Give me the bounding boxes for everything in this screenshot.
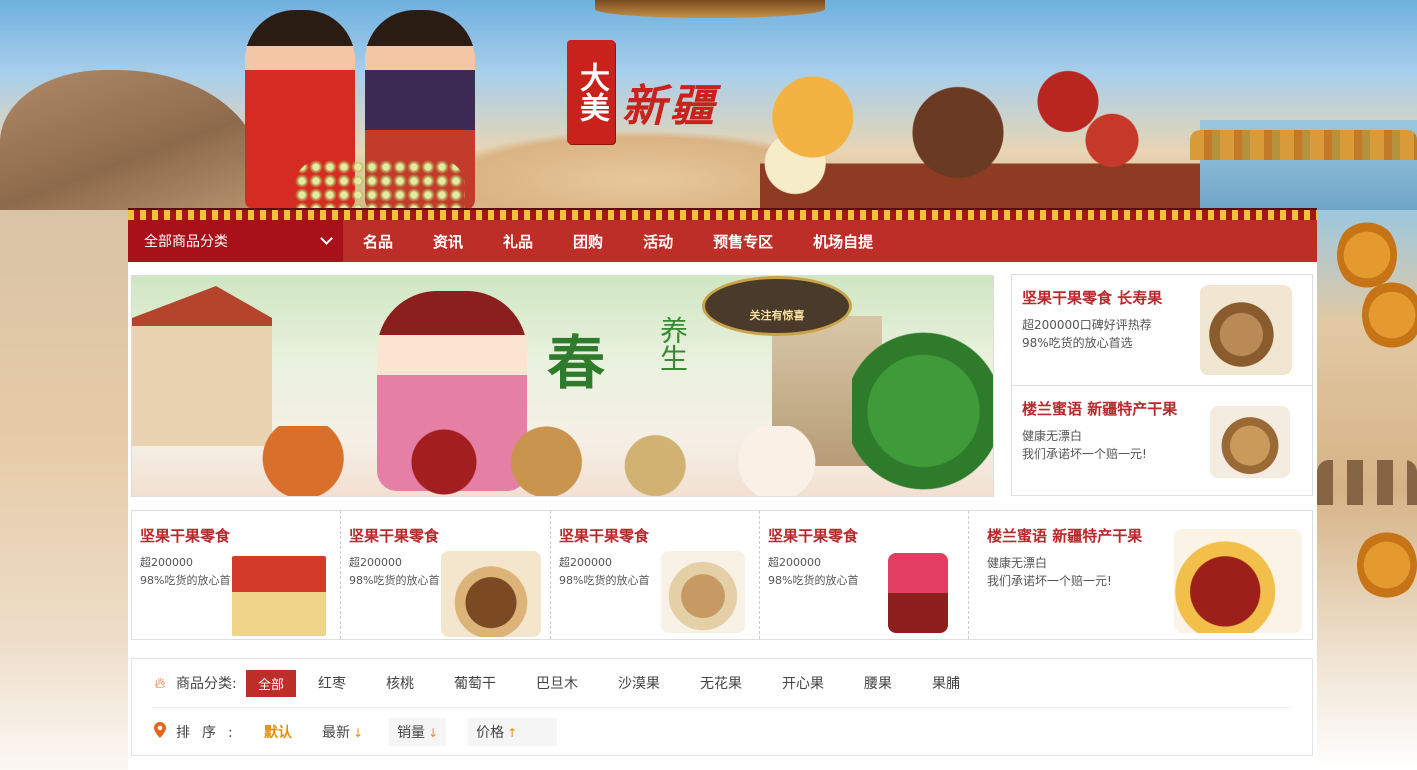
category-filter-row: 🔥︎ 商品分类: 全部 红枣 核桃 葡萄干 巴旦木 沙漠果 无花果 开心果 腰果… — [152, 659, 1292, 707]
walnut-product-image — [1200, 285, 1292, 375]
fig-image — [661, 551, 745, 633]
category-desert-fruit[interactable]: 沙漠果 — [618, 673, 660, 693]
all-categories-dropdown[interactable]: 全部商品分类 — [128, 220, 343, 262]
follow-sign-text: 关注有惊喜 — [749, 309, 805, 322]
arrow-down-icon: ↓ — [353, 725, 364, 740]
tree-decoration — [1362, 280, 1417, 350]
camel-caravan — [1317, 460, 1417, 505]
category-all[interactable]: 全部 — [246, 669, 297, 697]
product-title: 坚果干果零食 — [349, 527, 440, 545]
sort-newest-label: 最新 — [322, 724, 350, 741]
poplar-trees — [1190, 130, 1417, 160]
main-nav: 全部商品分类 名品 资讯 礼品 团购 活动 预售专区 机场自提 — [128, 220, 1317, 262]
main-content: 春 养生 关注有惊喜 坚果干果零食 长寿果 超200000口碑好评热荐 98%吃… — [128, 262, 1317, 770]
product-card[interactable]: 坚果干果零食 超200000 98%吃货的放心首 — [760, 511, 969, 639]
nav-item-events[interactable]: 活动 — [643, 231, 673, 252]
desert-scenery — [0, 70, 260, 210]
logo-text[interactable]: 新疆 — [622, 70, 718, 134]
sort-newest[interactable]: 最新 ↓ — [318, 718, 367, 746]
category-raisin[interactable]: 葡萄干 — [454, 673, 496, 693]
house-illustration — [132, 286, 272, 446]
sort-default-label: 默认 — [264, 724, 292, 741]
tree-decoration — [1357, 530, 1417, 600]
category-preserved-fruit[interactable]: 果脯 — [932, 673, 960, 693]
top-ornament — [595, 0, 825, 18]
product-card[interactable]: 坚果干果零食 超200000 98%吃货的放心首 — [132, 511, 341, 639]
sort-price[interactable]: 价格 ↑ — [468, 717, 558, 746]
nav-ornament-border — [128, 208, 1317, 220]
product-card[interactable]: 坚果干果零食 超200000 98%吃货的放心首 — [551, 511, 760, 639]
header-banner: 大美 新疆 — [0, 0, 1417, 210]
nav-item-famous[interactable]: 名品 — [363, 231, 393, 252]
side-scenery-right — [1317, 210, 1417, 770]
category-badam[interactable]: 巴旦木 — [536, 673, 578, 693]
gift-box-image — [232, 556, 326, 636]
nuts-product-image — [1210, 406, 1290, 478]
arrow-down-icon: ↓ — [428, 725, 439, 740]
logo-seal[interactable]: 大美 — [567, 40, 615, 144]
sort-sales[interactable]: 销量 ↓ — [389, 717, 447, 746]
side-promo-panel: 坚果干果零食 长寿果 超200000口碑好评热荐 98%吃货的放心首选 楼兰蜜语… — [1011, 274, 1313, 496]
category-walnut[interactable]: 核桃 — [386, 673, 414, 693]
side-scenery-left — [0, 210, 128, 770]
nav-item-group-buy[interactable]: 团购 — [573, 231, 603, 252]
product-card[interactable]: 坚果干果零食 超200000 98%吃货的放心首 — [341, 511, 551, 639]
sort-row: 排序: 默认 最新 ↓ 销量 ↓ 价格 ↑ — [152, 707, 1292, 755]
category-filter-label: 商品分类: — [176, 676, 237, 692]
jujube-bag-image — [1174, 529, 1302, 633]
product-card[interactable]: 楼兰蜜语 新疆特产干果 健康无漂白 我们承诺坏一个赔一元! — [969, 511, 1312, 639]
product-title: 坚果干果零食 — [559, 527, 650, 545]
all-categories-label: 全部商品分类 — [144, 234, 228, 250]
category-pistachio[interactable]: 开心果 — [782, 673, 824, 693]
location-pin-icon — [152, 721, 168, 742]
nav-item-news[interactable]: 资讯 — [433, 231, 463, 252]
side-promo-card[interactable]: 楼兰蜜语 新疆特产干果 健康无漂白 我们承诺坏一个赔一元! — [1012, 385, 1312, 495]
hero-carousel[interactable]: 春 养生 关注有惊喜 — [131, 275, 994, 497]
carousel-subtitle: 养生 — [656, 316, 689, 372]
nav-item-airport-pickup[interactable]: 机场自提 — [813, 231, 873, 252]
category-red-dates[interactable]: 红枣 — [318, 673, 346, 693]
nav-item-presale[interactable]: 预售专区 — [713, 231, 773, 252]
filter-panel: 🔥︎ 商品分类: 全部 红枣 核桃 葡萄干 巴旦木 沙漠果 无花果 开心果 腰果… — [131, 658, 1313, 756]
flame-icon: 🔥︎ — [154, 674, 166, 692]
category-cashew[interactable]: 腰果 — [864, 673, 892, 693]
sort-default[interactable]: 默认 — [260, 718, 296, 746]
side-promo-card[interactable]: 坚果干果零食 长寿果 超200000口碑好评热荐 98%吃货的放心首选 — [1012, 275, 1312, 385]
product-title: 坚果干果零食 — [140, 527, 231, 545]
sort-sales-label: 销量 — [397, 724, 426, 741]
chevron-down-icon — [320, 232, 333, 245]
food-display — [252, 426, 892, 496]
category-fig[interactable]: 无花果 — [700, 673, 742, 693]
product-title: 坚果干果零食 — [768, 527, 859, 545]
sort-label: 排序: — [176, 724, 245, 741]
nav-item-gifts[interactable]: 礼品 — [503, 231, 533, 252]
carousel-title: 春 — [547, 329, 606, 397]
grapes-basket — [295, 160, 465, 210]
follow-sign[interactable]: 关注有惊喜 — [702, 276, 852, 336]
sort-price-label: 价格 — [476, 724, 505, 741]
fruit-display — [760, 55, 1200, 210]
product-recommend-row: 坚果干果零食 超200000 98%吃货的放心首 坚果干果零食 超200000 … — [131, 510, 1313, 640]
nav-menu: 名品 资讯 礼品 团购 活动 预售专区 机场自提 — [363, 231, 913, 252]
red-dates-image — [888, 553, 948, 633]
arrow-up-icon: ↑ — [507, 725, 518, 740]
macadamia-image — [441, 551, 541, 637]
